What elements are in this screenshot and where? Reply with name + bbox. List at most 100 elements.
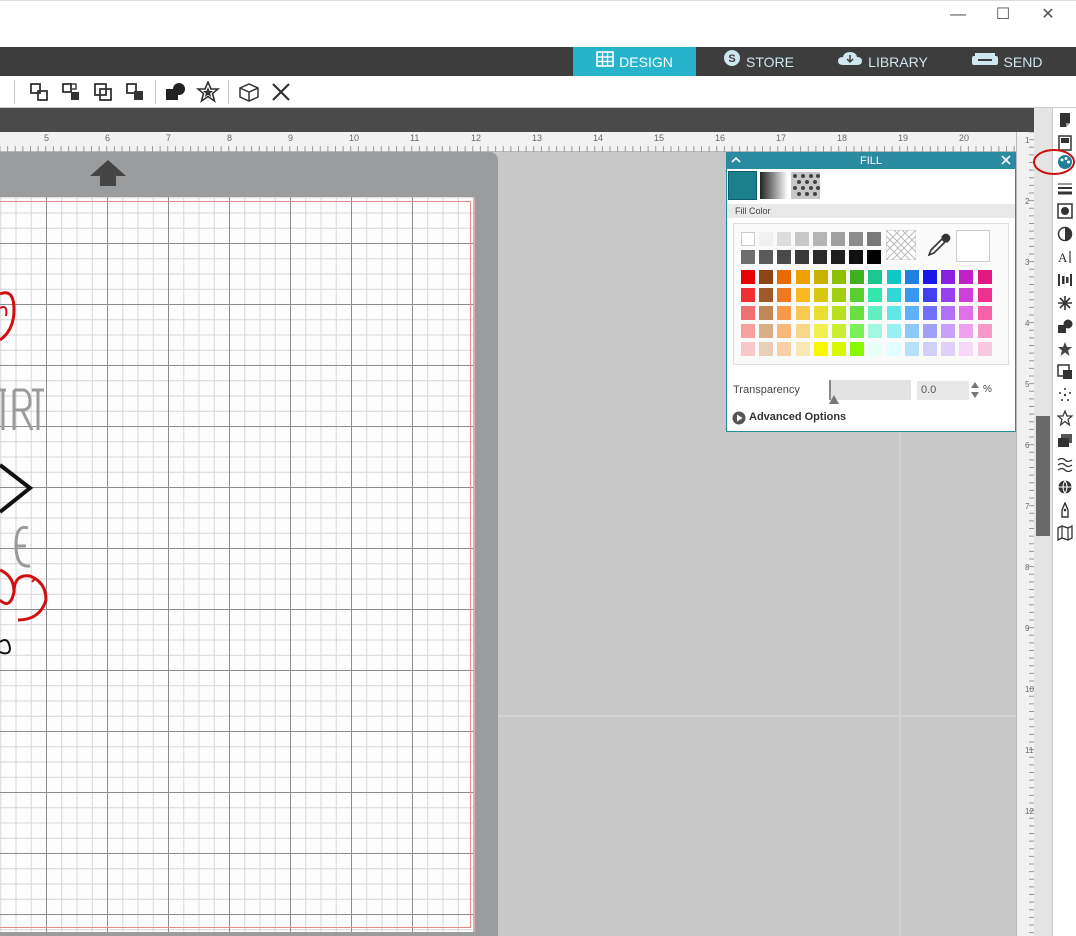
color-swatch[interactable] (850, 306, 865, 320)
color-swatch[interactable] (977, 342, 992, 356)
color-swatch[interactable] (777, 270, 792, 284)
group-icon[interactable] (28, 81, 52, 103)
color-swatch[interactable] (831, 250, 845, 264)
color-swatch[interactable] (959, 324, 974, 338)
color-swatch[interactable] (941, 342, 956, 356)
color-swatch[interactable] (759, 270, 774, 284)
modify-icon[interactable] (1057, 318, 1073, 334)
color-swatch[interactable] (886, 270, 901, 284)
color-swatch[interactable] (759, 306, 774, 320)
color-swatch[interactable] (977, 324, 992, 338)
page-setup-icon[interactable] (1057, 112, 1073, 128)
replicate-icon[interactable] (1057, 295, 1073, 311)
color-swatch[interactable] (759, 250, 773, 264)
color-swatch[interactable] (904, 306, 919, 320)
color-swatch[interactable] (850, 270, 865, 284)
no-fill-swatch[interactable] (885, 229, 917, 261)
color-swatch[interactable] (941, 324, 956, 338)
3d-box-icon[interactable] (236, 81, 260, 103)
color-swatch[interactable] (886, 306, 901, 320)
color-swatch[interactable] (777, 250, 791, 264)
color-swatch[interactable] (813, 306, 828, 320)
color-swatch[interactable] (941, 270, 956, 284)
color-swatch[interactable] (832, 306, 846, 320)
color-swatch[interactable] (904, 270, 919, 284)
fill-icon[interactable] (1057, 154, 1073, 170)
color-swatch[interactable] (831, 232, 845, 246)
color-swatch[interactable] (904, 342, 919, 356)
color-swatch[interactable] (977, 306, 992, 320)
color-swatch[interactable] (886, 324, 901, 338)
color-swatch[interactable] (923, 288, 937, 302)
color-swatch[interactable] (849, 232, 863, 246)
color-swatch[interactable] (777, 324, 792, 338)
color-swatch[interactable] (886, 342, 901, 356)
color-swatch[interactable] (813, 342, 828, 356)
weld-icon[interactable] (164, 81, 188, 103)
star-icon[interactable] (1057, 341, 1073, 357)
color-swatch[interactable] (795, 306, 810, 320)
color-swatch[interactable] (777, 288, 792, 302)
transparency-value-input[interactable]: 0.0 (917, 381, 969, 400)
transform-icon[interactable] (1057, 364, 1073, 380)
gradient-fill-tab[interactable] (760, 172, 788, 199)
color-swatch[interactable] (741, 270, 755, 284)
color-swatch[interactable] (868, 324, 883, 338)
color-swatch[interactable] (813, 270, 828, 284)
pen-icon[interactable] (1057, 501, 1073, 518)
close-window-button[interactable]: ✕ (1028, 5, 1068, 25)
color-swatch[interactable] (832, 324, 846, 338)
color-swatch[interactable] (886, 288, 901, 302)
color-swatch[interactable] (813, 324, 828, 338)
color-swatch[interactable] (868, 342, 883, 356)
color-swatch[interactable] (904, 324, 919, 338)
contrast-icon[interactable] (1057, 226, 1073, 242)
scrollbar-thumb[interactable] (1036, 416, 1050, 536)
color-swatch[interactable] (832, 288, 846, 302)
tab-library[interactable]: LIBRARY (821, 47, 944, 76)
color-swatch[interactable] (741, 306, 755, 320)
color-swatch[interactable] (923, 342, 937, 356)
color-swatch[interactable] (777, 342, 792, 356)
color-swatch[interactable] (941, 288, 956, 302)
globe-icon[interactable] (1057, 479, 1073, 495)
color-swatch[interactable] (868, 270, 883, 284)
slider-thumb[interactable] (829, 391, 839, 409)
transparency-stepper[interactable] (970, 380, 980, 400)
color-swatch[interactable] (741, 324, 755, 338)
color-swatch[interactable] (813, 232, 827, 246)
color-swatch[interactable] (832, 270, 846, 284)
color-swatch[interactable] (850, 324, 865, 338)
color-swatch[interactable] (813, 288, 828, 302)
text-icon[interactable]: A (1057, 249, 1073, 265)
color-swatch[interactable] (850, 342, 865, 356)
maximize-button[interactable]: ☐ (983, 5, 1023, 25)
tab-send[interactable]: SEND (945, 47, 1068, 76)
color-swatch[interactable] (795, 288, 810, 302)
star-outline-icon[interactable] (1056, 409, 1074, 427)
color-swatch[interactable] (959, 342, 974, 356)
close-x-icon[interactable] (270, 81, 294, 103)
color-swatch[interactable] (941, 306, 956, 320)
color-swatch[interactable] (868, 288, 883, 302)
custom-color-swatch[interactable] (956, 230, 990, 262)
image-trace-icon[interactable] (1057, 203, 1073, 219)
color-swatch[interactable] (849, 250, 863, 264)
color-swatch[interactable] (795, 232, 809, 246)
ungroup-icon[interactable] (60, 81, 84, 103)
offset-star-icon[interactable] (195, 79, 221, 103)
color-swatch[interactable] (977, 270, 992, 284)
color-swatch[interactable] (795, 250, 809, 264)
color-swatch[interactable] (923, 270, 937, 284)
advanced-options-toggle[interactable]: Advanced Options (732, 411, 846, 425)
color-swatch[interactable] (741, 250, 755, 264)
compound-path-icon[interactable] (92, 81, 116, 103)
color-swatch[interactable] (867, 250, 881, 264)
design-artwork[interactable] (0, 280, 60, 660)
color-swatch[interactable] (759, 324, 774, 338)
color-swatch[interactable] (777, 306, 792, 320)
release-compound-icon[interactable] (124, 81, 148, 103)
color-swatch[interactable] (741, 232, 755, 246)
color-swatch[interactable] (959, 270, 974, 284)
pattern-fill-tab[interactable] (791, 172, 820, 199)
